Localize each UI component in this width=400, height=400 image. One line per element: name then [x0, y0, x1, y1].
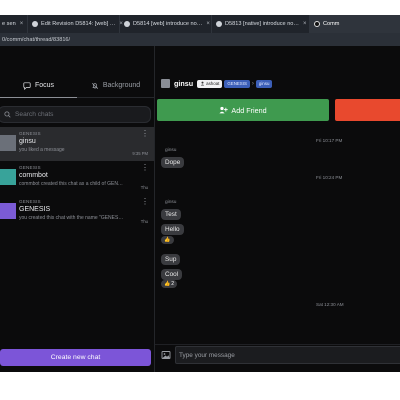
- chat-sidebar: Focus Background GENESIS ginsu you liked…: [0, 46, 155, 372]
- close-icon[interactable]: ×: [20, 21, 24, 27]
- timestamp-divider: Fri 10:17 PM: [316, 138, 343, 143]
- close-icon[interactable]: ×: [303, 21, 307, 27]
- search-input[interactable]: [15, 111, 145, 118]
- search-icon: [4, 111, 11, 118]
- chat-list: GENESIS ginsu you liked a message ⋮ 9:35…: [0, 127, 154, 229]
- sender-name: ginsu: [165, 148, 177, 153]
- tab-label: e sen: [2, 21, 16, 27]
- browser-tab-strip: e sen × Edit Revision D5814: [web] … × D…: [0, 15, 400, 33]
- reaction-pill[interactable]: 👍: [161, 236, 175, 244]
- chat-preview: you created this chat with the name "GEN…: [19, 215, 124, 221]
- avatar: [161, 79, 170, 88]
- reaction-count: 2: [171, 281, 175, 287]
- chat-timestamp: Thu: [140, 219, 148, 224]
- breadcrumb-separator: ›: [251, 80, 254, 87]
- user-icon: [200, 81, 205, 86]
- favicon-icon: [124, 21, 130, 27]
- browser-tab-4[interactable]: D5813 [native] introduce no… ×: [212, 15, 310, 33]
- chat-preview: commbot created this chat as a child of …: [19, 181, 123, 187]
- tab-label: Background: [102, 82, 141, 89]
- create-new-chat-button[interactable]: Create new chat: [0, 349, 151, 366]
- favicon-icon: [32, 21, 38, 27]
- chat-preview: you liked a message: [19, 147, 65, 153]
- tab-label: D5814 [web] introduce no…: [133, 21, 203, 27]
- sidebar-tabs: Focus Background: [0, 74, 154, 98]
- message-bubble[interactable]: Cool: [161, 269, 183, 280]
- tab-label: Edit Revision D5814: [web] …: [41, 21, 116, 27]
- bell-off-icon: [91, 82, 98, 89]
- user-plus-icon: [219, 106, 229, 114]
- timestamp-divider: Sat 12:30 AM: [316, 302, 344, 307]
- chat-name: ginsu: [19, 138, 36, 145]
- message-composer: [155, 344, 400, 366]
- add-friend-button[interactable]: Add Friend: [157, 99, 329, 121]
- avatar: [0, 135, 16, 151]
- sender-name: ginsu: [165, 200, 177, 205]
- address-bar[interactable]: 0/comm/chat/thread/83816/: [0, 33, 400, 46]
- tab-background[interactable]: Background: [77, 74, 154, 97]
- tab-label: Focus: [34, 82, 55, 89]
- close-icon[interactable]: ×: [206, 21, 210, 27]
- user-chip-label: ashoat: [206, 81, 220, 86]
- thread-chip[interactable]: ginsu: [255, 79, 273, 88]
- browser-tab-5[interactable]: Comm: [310, 15, 400, 33]
- more-options-icon[interactable]: ⋮: [141, 198, 149, 206]
- thumbs-up-icon: 👍: [164, 237, 171, 243]
- chat-item-genesis[interactable]: GENESIS GENESIS you created this chat wi…: [0, 195, 154, 229]
- chat-item-ginsu[interactable]: GENESIS ginsu you liked a message ⋮ 9:35…: [0, 127, 154, 161]
- app-window: Focus Background GENESIS ginsu you liked…: [0, 46, 400, 372]
- thread-header: ginsu ashoat GENESIS › ginsu: [161, 79, 274, 88]
- chat-timestamp: 9:35 PM: [132, 151, 148, 156]
- message-bubble[interactable]: Dope: [161, 157, 185, 168]
- chat-timestamp: Thu: [140, 185, 148, 190]
- chat-bubble-icon: [23, 81, 31, 90]
- thread-pane: ginsu ashoat GENESIS › ginsu Add Friend …: [155, 46, 400, 372]
- user-chip[interactable]: ashoat: [197, 79, 223, 88]
- chat-community: GENESIS: [19, 165, 41, 170]
- chat-item-commbot[interactable]: GENESIS commbot commbot created this cha…: [0, 161, 154, 195]
- block-user-button[interactable]: [335, 99, 400, 121]
- browser-tab-3[interactable]: D5814 [web] introduce no… ×: [120, 15, 212, 33]
- tab-label: Comm: [323, 21, 340, 27]
- browser-tab-1[interactable]: e sen ×: [0, 15, 28, 33]
- more-options-icon[interactable]: ⋮: [141, 130, 149, 138]
- community-chip[interactable]: GENESIS: [224, 79, 250, 88]
- chat-community: GENESIS: [19, 199, 41, 204]
- favicon-icon: [216, 21, 222, 27]
- message-input[interactable]: [175, 346, 400, 364]
- message-bubble[interactable]: Test: [161, 209, 181, 220]
- add-friend-label: Add Friend: [231, 105, 267, 115]
- comm-favicon-icon: [314, 21, 320, 27]
- thumbs-up-icon: 👍: [164, 281, 171, 287]
- reaction-pill[interactable]: 👍 2: [161, 280, 178, 288]
- search-box: [0, 106, 151, 123]
- avatar: [0, 169, 16, 185]
- thread-title: ginsu: [174, 79, 194, 88]
- browser-tab-2[interactable]: Edit Revision D5814: [web] … ×: [28, 15, 123, 33]
- url-text[interactable]: 0/comm/chat/thread/83816/: [2, 37, 70, 43]
- image-upload-icon[interactable]: [161, 350, 171, 360]
- message-bubble[interactable]: Hello: [161, 224, 184, 235]
- avatar: [0, 203, 16, 219]
- relationship-actions: Add Friend: [157, 99, 400, 121]
- timestamp-divider: Fri 10:24 PM: [316, 175, 343, 180]
- tab-label: D5813 [native] introduce no…: [225, 21, 300, 27]
- chat-community: GENESIS: [19, 131, 41, 136]
- chat-name: commbot: [19, 172, 48, 179]
- message-bubble[interactable]: Sup: [161, 254, 181, 265]
- chat-name: GENESIS: [19, 206, 51, 213]
- more-options-icon[interactable]: ⋮: [141, 164, 149, 172]
- tab-focus[interactable]: Focus: [0, 74, 77, 98]
